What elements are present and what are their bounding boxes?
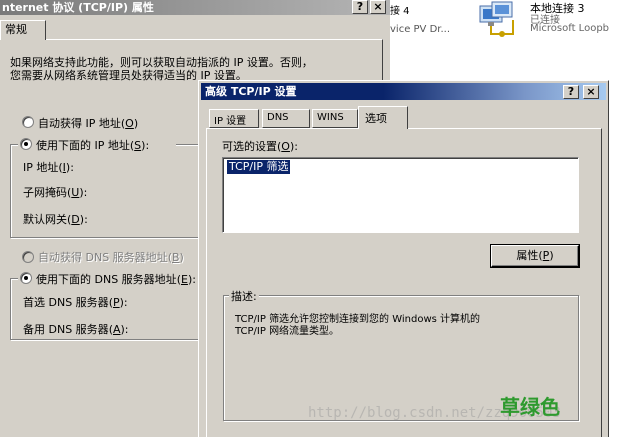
auto-ip-radio[interactable] [22,116,34,128]
adv-titlebar[interactable]: 高级 TCP/IP 设置 [201,83,606,100]
description-label: 描述: [229,288,259,304]
subnet-mask-label: 子网掩码(U): [23,186,88,199]
network-connection-icon[interactable] [478,0,518,44]
manual-ip-caption: 使用下面的 IP 地址(S): [18,136,176,152]
connection-4-name[interactable]: 接 4 [390,2,410,17]
props-title: nternet 协议 (TCP/IP) 属性 [2,1,154,14]
ip-address-label: IP 地址(I): [23,161,74,174]
properties-button[interactable]: 属性(P) [490,244,580,268]
manual-ip-radio[interactable] [20,138,32,150]
optional-settings-list[interactable]: TCP/IP 筛选 [222,157,579,233]
description-line2: TCP/IP 网络流量类型。 [235,326,340,337]
tab-ip-settings[interactable]: IP 设置 [209,109,259,128]
connection-4-detail: vice PV Dr... [390,24,451,35]
manual-dns-radio[interactable] [20,272,32,284]
auto-dns-label[interactable]: 自动获得 DNS 服务器地址(B) [38,249,184,265]
connection-3-device: Microsoft Loopb [530,23,610,34]
alternate-dns-label: 备用 DNS 服务器(A): [23,323,129,336]
auto-ip-label[interactable]: 自动获得 IP 地址(O) [38,115,138,131]
props-help-button[interactable]: ? [352,0,368,14]
optional-settings-label: 可选的设置(O): [222,140,298,153]
tab-options[interactable]: 选项 [358,106,408,129]
list-item[interactable]: TCP/IP 筛选 [227,160,291,174]
manual-dns-label[interactable]: 使用下面的 DNS 服务器地址(E): [36,271,196,287]
adv-title: 高级 TCP/IP 设置 [205,85,297,98]
props-titlebar[interactable]: nternet 协议 (TCP/IP) 属性 [0,0,390,15]
default-gateway-label: 默认网关(D): [23,213,88,226]
tab-dns[interactable]: DNS [262,109,310,128]
manual-dns-caption: 使用下面的 DNS 服务器地址(E): [18,270,208,286]
manual-ip-label[interactable]: 使用下面的 IP 地址(S): [36,137,149,153]
adv-help-button[interactable]: ? [563,85,579,99]
annotation-text: 草绿色 [500,395,560,419]
props-close-button[interactable]: × [370,0,386,14]
tab-wins[interactable]: WINS [312,109,358,128]
tab-general[interactable]: 常规 [0,20,46,40]
network-connections-window: 接 4 vice PV Dr... 本地连接 3 已连接 Microsoft L… [390,0,618,84]
auto-dns-radio[interactable] [22,251,34,263]
preferred-dns-label: 首选 DNS 服务器(P): [23,296,128,309]
adv-close-button[interactable]: × [583,85,599,99]
